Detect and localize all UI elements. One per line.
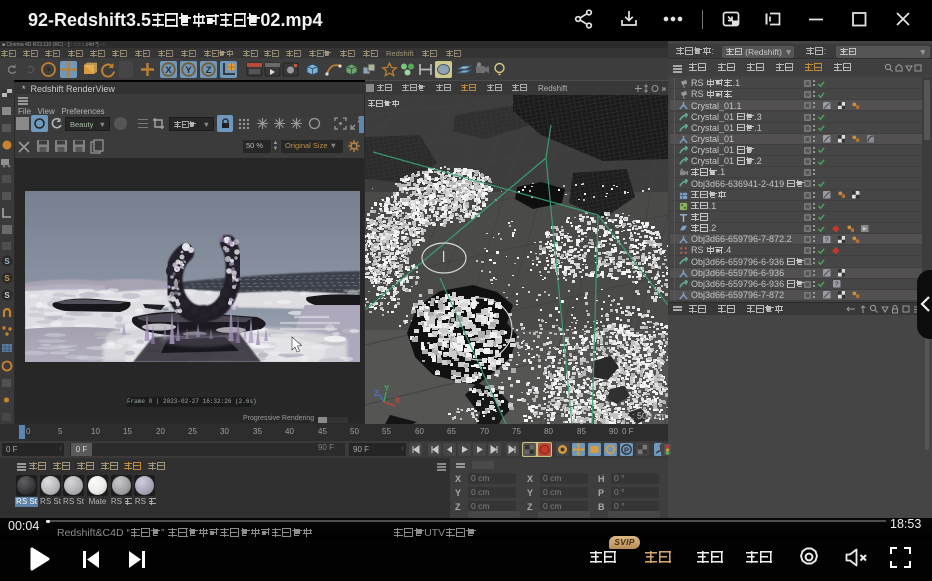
svg-text:X: X bbox=[165, 65, 172, 76]
svg-text:X: X bbox=[395, 396, 401, 405]
svg-text:Z: Z bbox=[206, 65, 212, 76]
svg-text:S: S bbox=[4, 291, 10, 300]
svg-text:P: P bbox=[624, 445, 629, 454]
svg-text:Z: Z bbox=[374, 389, 379, 398]
svg-text:Y: Y bbox=[384, 384, 390, 393]
svg-text:S: S bbox=[4, 257, 10, 266]
svg-text:Y: Y bbox=[185, 65, 192, 76]
svg-text:?: ? bbox=[835, 281, 839, 287]
svg-text:S: S bbox=[4, 274, 10, 283]
svg-text:?: ? bbox=[825, 237, 829, 243]
